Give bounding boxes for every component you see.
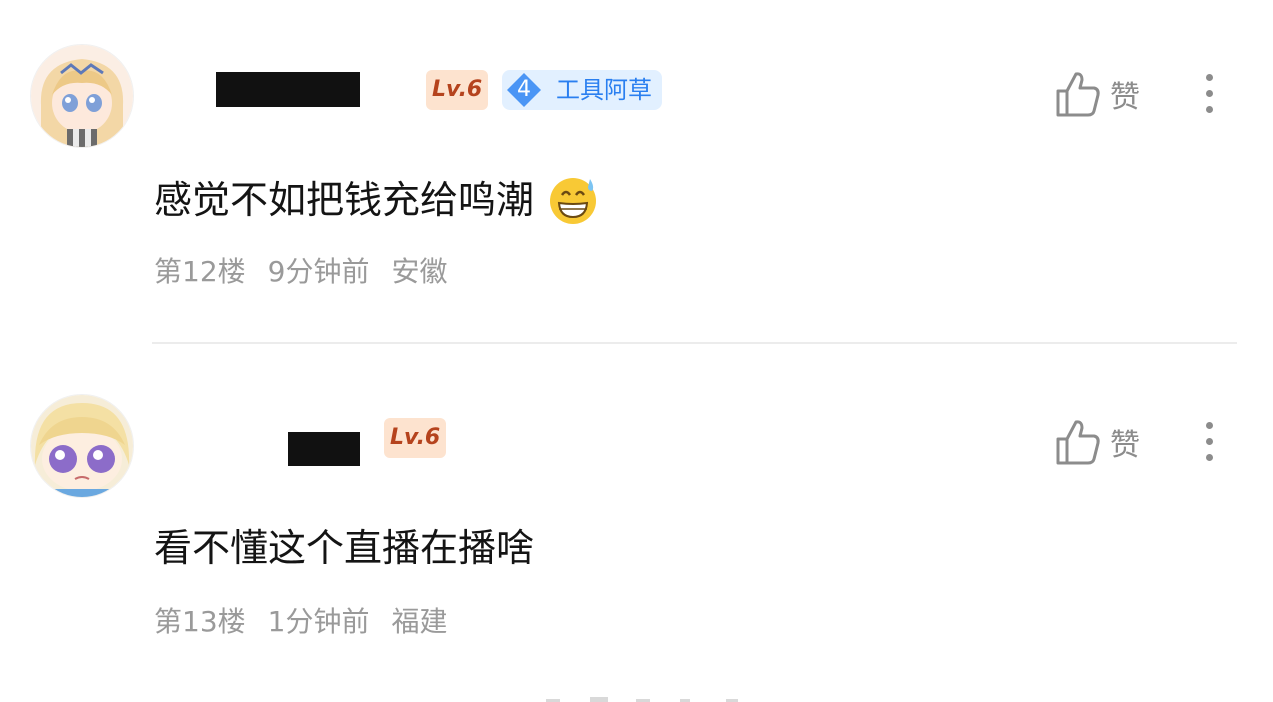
thumbs-up-icon <box>1056 72 1100 117</box>
role-badge-number: 4 <box>517 77 531 102</box>
avatar[interactable] <box>30 394 134 498</box>
comment-meta: 第12楼 9分钟前 安徽 <box>154 252 469 292</box>
cropped-next-content <box>540 690 760 702</box>
floor-number: 第13楼 <box>154 605 246 638</box>
comment-item: Lv.6 赞 看不懂这个直播在播啥 第13楼 1分钟前 福建 <box>0 344 1273 702</box>
comment-text-body: 看不懂这个直播在播啥 <box>154 526 535 570</box>
redacted-username[interactable] <box>288 432 360 466</box>
more-options-icon[interactable] <box>1196 68 1224 120</box>
avatar-image <box>31 395 133 497</box>
avatar-image <box>31 45 133 147</box>
role-badge-label: 工具阿草 <box>556 76 652 104</box>
comment-location: 福建 <box>391 605 448 638</box>
comment-time: 9分钟前 <box>267 255 370 288</box>
comment-meta: 第13楼 1分钟前 福建 <box>154 602 469 642</box>
level-badge: Lv.6 <box>426 70 489 110</box>
comment-text: 看不懂这个直播在播啥 <box>154 522 534 574</box>
like-button[interactable]: 赞 <box>1054 68 1154 120</box>
comment-location: 安徽 <box>391 255 448 288</box>
avatar[interactable] <box>30 44 134 148</box>
more-options-icon[interactable] <box>1196 416 1224 468</box>
level-badge: Lv.6 <box>384 418 447 458</box>
redacted-username[interactable] <box>216 72 360 107</box>
comment-time: 1分钟前 <box>267 605 370 638</box>
like-button[interactable]: 赞 <box>1054 416 1154 468</box>
role-badge[interactable]: 4 工具阿草 <box>502 70 662 110</box>
like-label: 赞 <box>1110 428 1140 463</box>
like-label: 赞 <box>1110 80 1140 115</box>
thumbs-up-icon <box>1056 420 1100 465</box>
floor-number: 第12楼 <box>154 255 246 288</box>
comment-item: Lv.6 4 工具阿草 赞 感觉不如把钱充给鸣潮 第12楼 9分钟前 安徽 <box>0 0 1273 342</box>
comment-text-body: 感觉不如把钱充给鸣潮 <box>154 178 535 222</box>
comment-text: 感觉不如把钱充给鸣潮 <box>154 174 598 226</box>
grinning-sweat-emoji <box>550 178 597 224</box>
